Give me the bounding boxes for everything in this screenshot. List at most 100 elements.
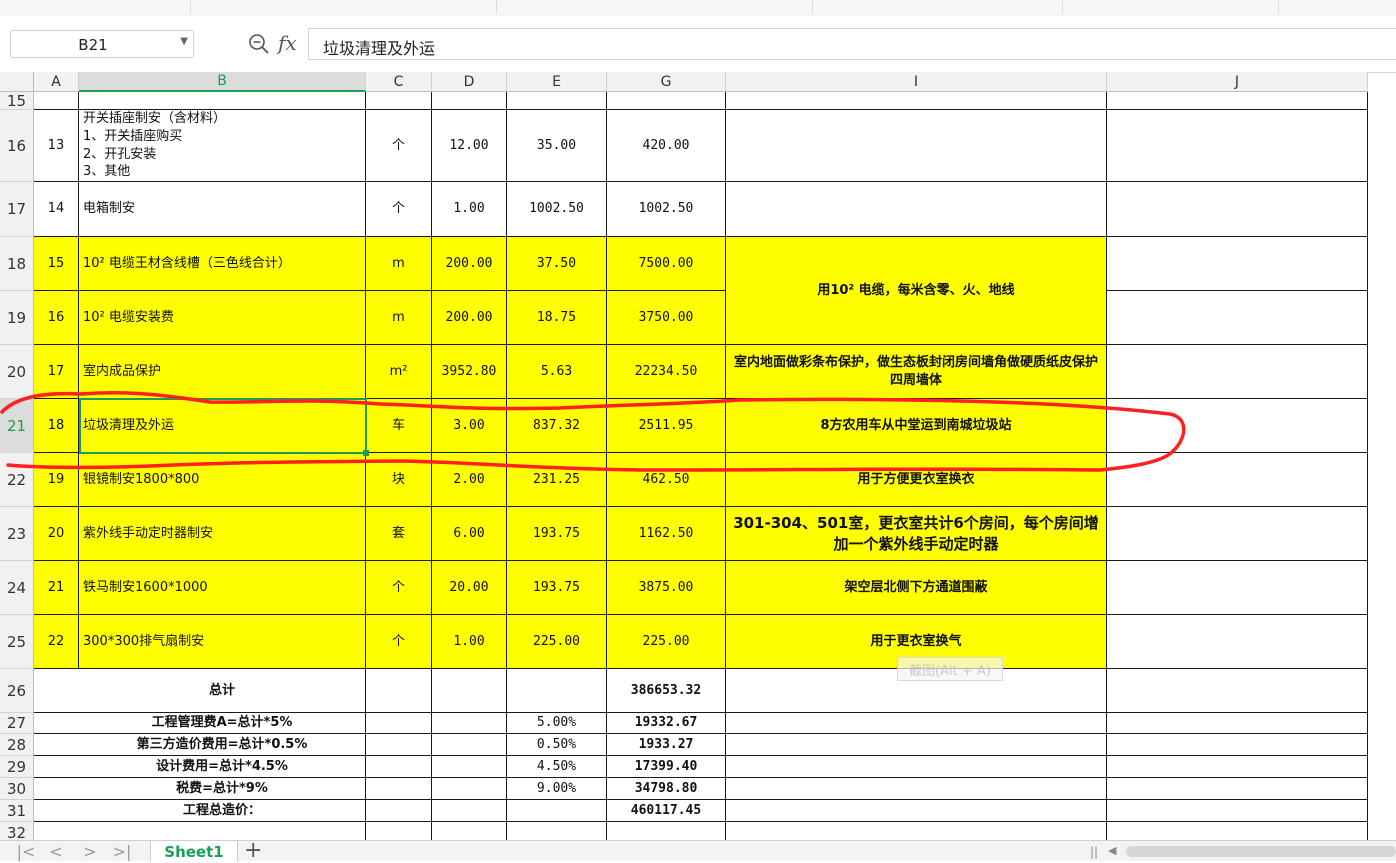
cell-d29[interactable] [432, 756, 507, 778]
cell-c26[interactable] [366, 669, 432, 713]
cell-d31[interactable] [432, 800, 507, 822]
cell-i24[interactable]: 架空层北侧下方通道围蔽 [726, 561, 1107, 615]
column-header-g[interactable]: G [607, 72, 726, 92]
cell-e23[interactable]: 193.75 [507, 507, 607, 561]
cell-d16[interactable]: 12.00 [432, 110, 507, 182]
chevron-down-icon[interactable]: ▼ [180, 36, 188, 47]
sheet-tab-sheet1[interactable]: Sheet1 [150, 841, 238, 862]
cell-a22[interactable]: 19 [34, 453, 79, 507]
row-header-28[interactable]: 28 [0, 734, 34, 756]
cell-c20[interactable]: m² [366, 345, 432, 399]
cell-d17[interactable]: 1.00 [432, 182, 507, 237]
next-sheet-icon[interactable]: > [78, 842, 102, 861]
cell-b22[interactable]: 银镜制安1800*800 [79, 453, 366, 507]
cell-j22[interactable] [1107, 453, 1368, 507]
cell-j16[interactable] [1107, 110, 1368, 182]
cell-g25[interactable]: 225.00 [607, 615, 726, 669]
cell-a18[interactable]: 15 [34, 237, 79, 291]
cell-i22[interactable]: 用于方便更衣室换衣 [726, 453, 1107, 507]
cell-g17[interactable]: 1002.50 [607, 182, 726, 237]
cell-e19[interactable]: 18.75 [507, 291, 607, 345]
cell-d23[interactable]: 6.00 [432, 507, 507, 561]
cell-g19[interactable]: 3750.00 [607, 291, 726, 345]
cell-g20[interactable]: 22234.50 [607, 345, 726, 399]
row-header-26[interactable]: 26 [0, 669, 34, 713]
cell-b24[interactable]: 铁马制安1600*1000 [79, 561, 366, 615]
row-header-16[interactable]: 16 [0, 110, 34, 182]
cell-i21[interactable]: 8方农用车从中堂运到南城垃圾站 [726, 399, 1107, 453]
cell-j24[interactable] [1107, 561, 1368, 615]
cell-e18[interactable]: 37.50 [507, 237, 607, 291]
cell-i16[interactable] [726, 110, 1107, 182]
cell-j18[interactable] [1107, 237, 1368, 291]
cell-d25[interactable]: 1.00 [432, 615, 507, 669]
cell-c31[interactable] [366, 800, 432, 822]
cell-j15[interactable] [1107, 92, 1368, 110]
cell-d26[interactable] [432, 669, 507, 713]
prev-sheet-icon[interactable]: < [44, 842, 68, 861]
cell-g24[interactable]: 3875.00 [607, 561, 726, 615]
row-header-24[interactable]: 24 [0, 561, 34, 615]
scroll-split-icon[interactable]: || [1090, 845, 1098, 859]
cell-d19[interactable]: 200.00 [432, 291, 507, 345]
select-all-corner[interactable] [0, 72, 34, 92]
cell-a25[interactable]: 22 [34, 615, 79, 669]
cell-a15[interactable] [34, 92, 79, 110]
cell-i28[interactable] [726, 734, 1107, 756]
cell-b27[interactable]: 工程管理费A=总计*5% [79, 713, 366, 734]
cell-c16[interactable]: 个 [366, 110, 432, 182]
cell-g29[interactable]: 17399.40 [607, 756, 726, 778]
column-header-i[interactable]: I [726, 72, 1107, 92]
cell-g15[interactable] [607, 92, 726, 110]
cell-c23[interactable]: 套 [366, 507, 432, 561]
cell-j17[interactable] [1107, 182, 1368, 237]
formula-input[interactable]: 垃圾清理及外运 [308, 28, 1396, 60]
row-header-31[interactable]: 31 [0, 800, 34, 822]
scroll-left-icon[interactable]: ◀ [1108, 844, 1116, 857]
row-header-23[interactable]: 23 [0, 507, 34, 561]
cell-e21[interactable]: 837.32 [507, 399, 607, 453]
cell-d27[interactable] [432, 713, 507, 734]
cell-a29[interactable] [34, 756, 79, 778]
column-header-c[interactable]: C [366, 72, 432, 92]
cell-g16[interactable]: 420.00 [607, 110, 726, 182]
zoom-formula-icon[interactable] [248, 33, 270, 55]
cell-c15[interactable] [366, 92, 432, 110]
cell-e28[interactable]: 0.50% [507, 734, 607, 756]
cell-e29[interactable]: 4.50% [507, 756, 607, 778]
cell-j23[interactable] [1107, 507, 1368, 561]
cell-b16[interactable]: 开关插座制安（含材料） 1、开关插座购买 2、开孔安装 3、其他 [79, 110, 366, 182]
cell-d20[interactable]: 3952.80 [432, 345, 507, 399]
row-header-29[interactable]: 29 [0, 756, 34, 778]
row-header-18[interactable]: 18 [0, 237, 34, 291]
cell-b30[interactable]: 税费=总计*9% [79, 778, 366, 800]
cell-c17[interactable]: 个 [366, 182, 432, 237]
cell-c30[interactable] [366, 778, 432, 800]
cell-j21[interactable] [1107, 399, 1368, 453]
first-sheet-icon[interactable]: |< [14, 842, 38, 861]
cell-i18-merged[interactable]: 用10² 电缆，每米含零、火、地线 [726, 237, 1107, 345]
cell-a31[interactable] [34, 800, 79, 822]
cell-c21[interactable]: 车 [366, 399, 432, 453]
cell-b26[interactable]: 总计 [79, 669, 366, 713]
cell-c19[interactable]: m [366, 291, 432, 345]
horizontal-scrollbar-thumb[interactable] [1126, 846, 1396, 857]
cell-g22[interactable]: 462.50 [607, 453, 726, 507]
cell-j27[interactable] [1107, 713, 1368, 734]
cell-g21[interactable]: 2511.95 [607, 399, 726, 453]
cell-a24[interactable]: 21 [34, 561, 79, 615]
cell-c24[interactable]: 个 [366, 561, 432, 615]
row-header-22[interactable]: 22 [0, 453, 34, 507]
cell-i27[interactable] [726, 713, 1107, 734]
cell-g27[interactable]: 19332.67 [607, 713, 726, 734]
cell-d28[interactable] [432, 734, 507, 756]
column-header-b[interactable]: B [79, 72, 366, 92]
cell-i15[interactable] [726, 92, 1107, 110]
cell-i17[interactable] [726, 182, 1107, 237]
row-header-17[interactable]: 17 [0, 182, 34, 237]
cell-a19[interactable]: 16 [34, 291, 79, 345]
cell-b19[interactable]: 10² 电缆安装费 [79, 291, 366, 345]
cell-g26[interactable]: 386653.32 [607, 669, 726, 713]
cell-c29[interactable] [366, 756, 432, 778]
cell-j26[interactable] [1107, 669, 1368, 713]
